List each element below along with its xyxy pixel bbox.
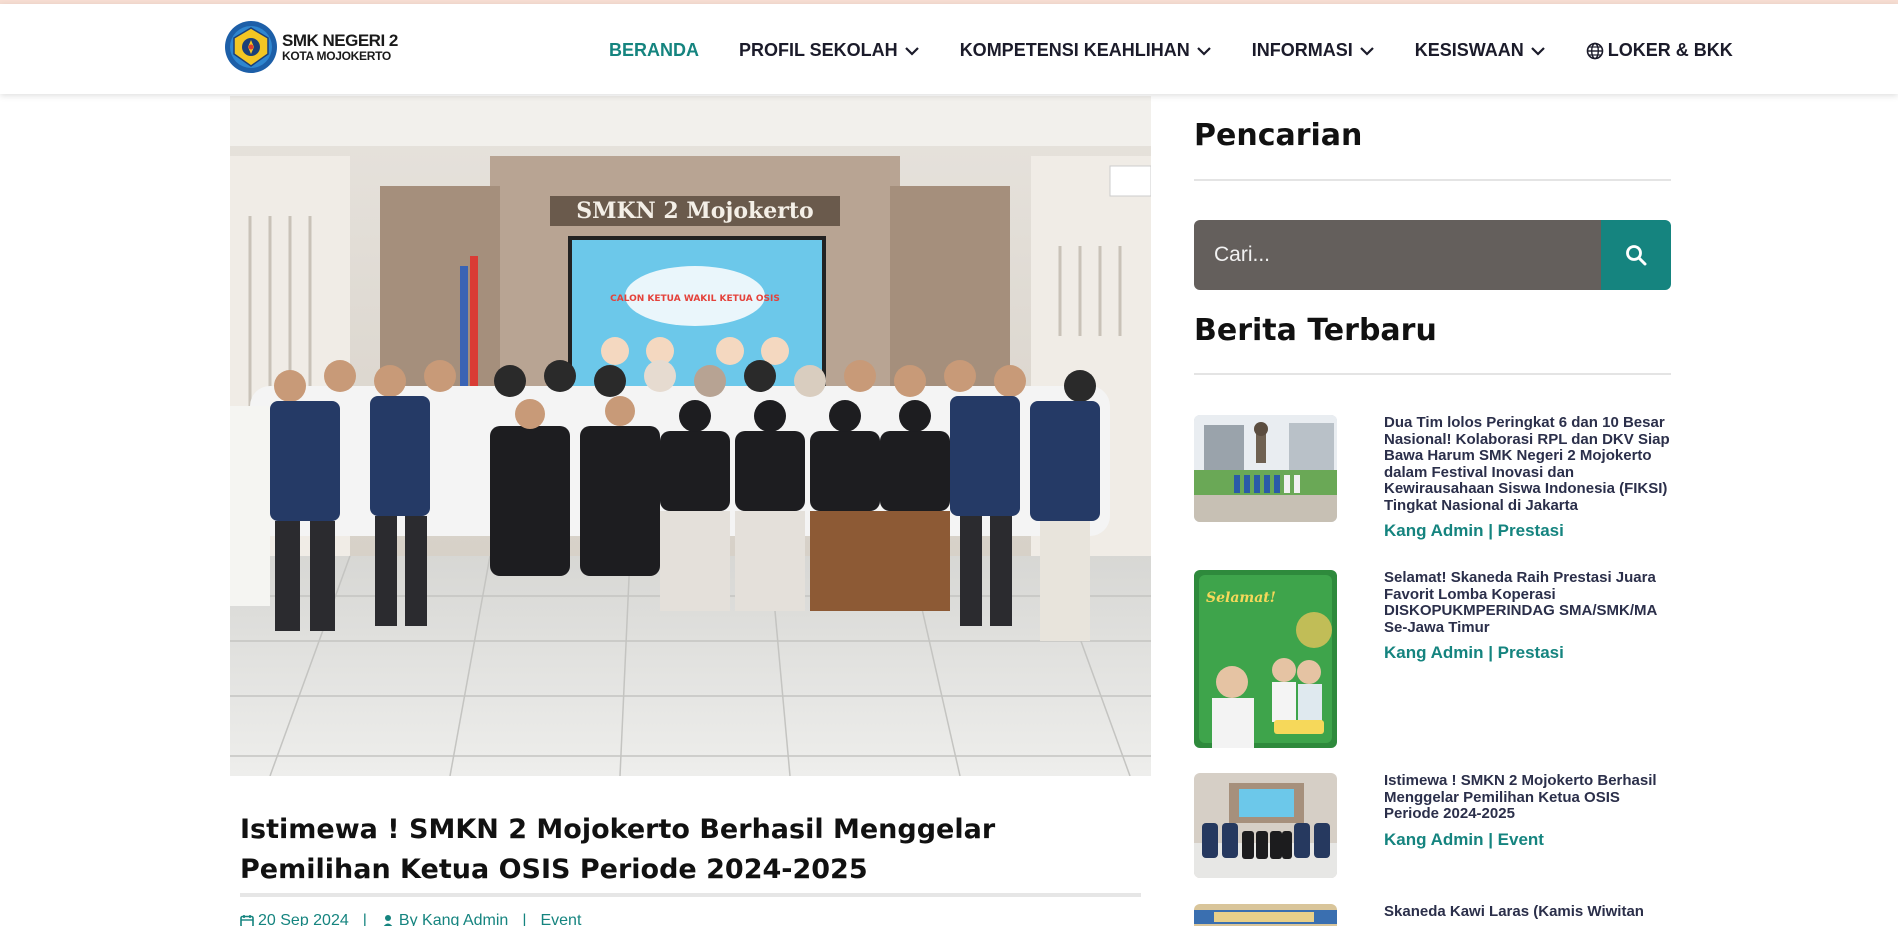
search-button[interactable]: [1601, 220, 1671, 290]
latest-news-heading: Berita Terbaru: [1194, 313, 1437, 348]
search-form: [1194, 220, 1671, 290]
post-featured-image: SMKN 2 Mojokerto CALON KETUA WAKIL KETUA…: [230, 96, 1151, 776]
nav-item-label: LOKER & BKK: [1607, 40, 1733, 60]
chevron-down-icon: [904, 46, 919, 56]
chevron-down-icon: [1196, 46, 1211, 56]
nav-item-label: INFORMASI: [1251, 40, 1353, 60]
post-date: 20 Sep 2024: [258, 912, 349, 926]
user-icon: [383, 915, 393, 926]
post-meta: 20 Sep 2024 | By Kang Admin | Event: [240, 912, 581, 926]
nav-item-label: BERANDA: [609, 40, 699, 60]
brand-name-line2: KOTA MOJOKERTO: [282, 49, 391, 63]
nav-item-kesiswaan[interactable]: KESISWAAN: [1415, 40, 1546, 61]
nav-item-loker-bkk[interactable]: LOKER & BKK: [1586, 40, 1733, 61]
nav-item-kompetensi-keahlihan[interactable]: KOMPETENSI KEAHLIHAN: [960, 40, 1212, 61]
post-title: Istimewa ! SMKN 2 Mojokerto Berhasil Men…: [240, 814, 996, 885]
news-thumbnail[interactable]: [1194, 904, 1337, 926]
search-heading: Pencarian: [1194, 118, 1363, 153]
post-category-link[interactable]: Event: [540, 912, 581, 926]
news-item[interactable]: Selamat! Selamat! Skaneda Raih Prestasi …: [1194, 569, 1674, 750]
news-thumbnail[interactable]: [1194, 773, 1337, 878]
hero-banner-text: SMKN 2 Mojokerto: [576, 198, 813, 224]
nav-item-beranda[interactable]: BERANDA: [609, 40, 699, 61]
post-author-link[interactable]: By Kang Admin: [399, 912, 508, 926]
site-logo[interactable]: SMK NEGERI 2 KOTA MOJOKERTO: [224, 20, 398, 74]
news-item[interactable]: Dua Tim lolos Peringkat 6 dan 10 Besar N…: [1194, 414, 1674, 540]
news-meta[interactable]: Kang Admin | Event: [1384, 830, 1544, 850]
title-divider: [240, 893, 1141, 897]
calendar-icon: [240, 915, 254, 926]
nav-item-profil-sekolah[interactable]: PROFIL SEKOLAH: [739, 40, 920, 61]
chevron-down-icon: [1530, 46, 1545, 56]
hero-screen-text: CALON KETUA WAKIL KETUA OSIS: [610, 294, 780, 304]
globe-icon: [1586, 42, 1604, 59]
search-icon: [1626, 245, 1647, 266]
news-title[interactable]: Selamat! Skaneda Raih Prestasi Juara Fav…: [1384, 569, 1674, 636]
nav-item-label: KOMPETENSI KEAHLIHAN: [959, 40, 1190, 60]
nav-item-label: KESISWAAN: [1414, 40, 1524, 60]
news-thumbnail[interactable]: [1194, 415, 1337, 522]
nav-item-informasi[interactable]: INFORMASI: [1252, 40, 1375, 61]
brand-name-line1: SMK NEGERI 2: [282, 31, 398, 50]
news-title[interactable]: Skaneda Kawi Laras (Kamis Wiwitan: [1384, 903, 1674, 921]
school-emblem-icon: [225, 21, 277, 73]
meta-separator: |: [522, 912, 527, 926]
thumb-selamat-text: Selamat!: [1206, 590, 1276, 606]
news-meta[interactable]: Kang Admin | Prestasi: [1384, 643, 1564, 663]
news-item[interactable]: Skaneda Kawi Laras (Kamis Wiwitan: [1194, 903, 1674, 926]
news-title[interactable]: Dua Tim lolos Peringkat 6 dan 10 Besar N…: [1384, 414, 1674, 514]
nav-item-label: PROFIL SEKOLAH: [739, 40, 898, 60]
chevron-down-icon: [1359, 46, 1374, 56]
news-title[interactable]: Istimewa ! SMKN 2 Mojokerto Berhasil Men…: [1384, 772, 1674, 823]
site-header: SMK NEGERI 2 KOTA MOJOKERTO BERANDA PROF…: [0, 4, 1898, 94]
news-item[interactable]: Istimewa ! SMKN 2 Mojokerto Berhasil Men…: [1194, 772, 1674, 879]
meta-separator: |: [362, 912, 367, 926]
news-meta[interactable]: Kang Admin | Prestasi: [1384, 521, 1564, 541]
search-input[interactable]: [1194, 220, 1601, 290]
search-heading-divider: [1194, 179, 1671, 181]
latest-news-divider: [1194, 373, 1671, 375]
news-thumbnail[interactable]: Selamat!: [1194, 570, 1337, 748]
main-nav: BERANDA PROFIL SEKOLAH KOMPETENSI KEAHLI…: [609, 40, 1733, 61]
